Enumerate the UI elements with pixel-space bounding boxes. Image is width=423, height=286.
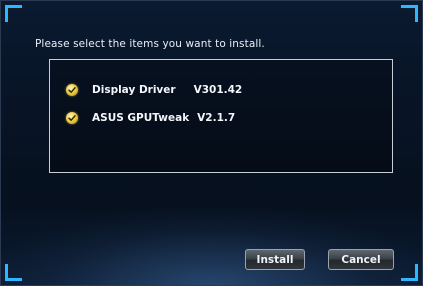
install-button[interactable]: Install: [245, 249, 305, 270]
checkmark-icon[interactable]: [66, 84, 78, 96]
list-item-asus-gputweak[interactable]: ASUS GPUTweak V2.1.7: [66, 110, 235, 126]
cancel-button[interactable]: Cancel: [328, 249, 394, 270]
item-version: V2.1.7: [197, 112, 236, 124]
item-name: Display Driver: [92, 84, 176, 96]
item-name: ASUS GPUTweak: [92, 112, 190, 124]
corner-accent-top-left: [5, 5, 22, 22]
corner-accent-bottom-left: [5, 264, 22, 281]
list-item-display-driver[interactable]: Display Driver V301.42: [66, 82, 242, 98]
checkmark-icon[interactable]: [66, 112, 78, 124]
item-version: V301.42: [193, 84, 243, 96]
corner-accent-top-right: [401, 5, 418, 22]
component-list: Display Driver V301.42 ASUS GPUTweak V2.…: [49, 59, 393, 173]
corner-accent-bottom-right: [401, 264, 418, 281]
selection-prompt: Please select the items you want to inst…: [35, 38, 265, 50]
installer-dialog: Please select the items you want to inst…: [0, 0, 423, 286]
